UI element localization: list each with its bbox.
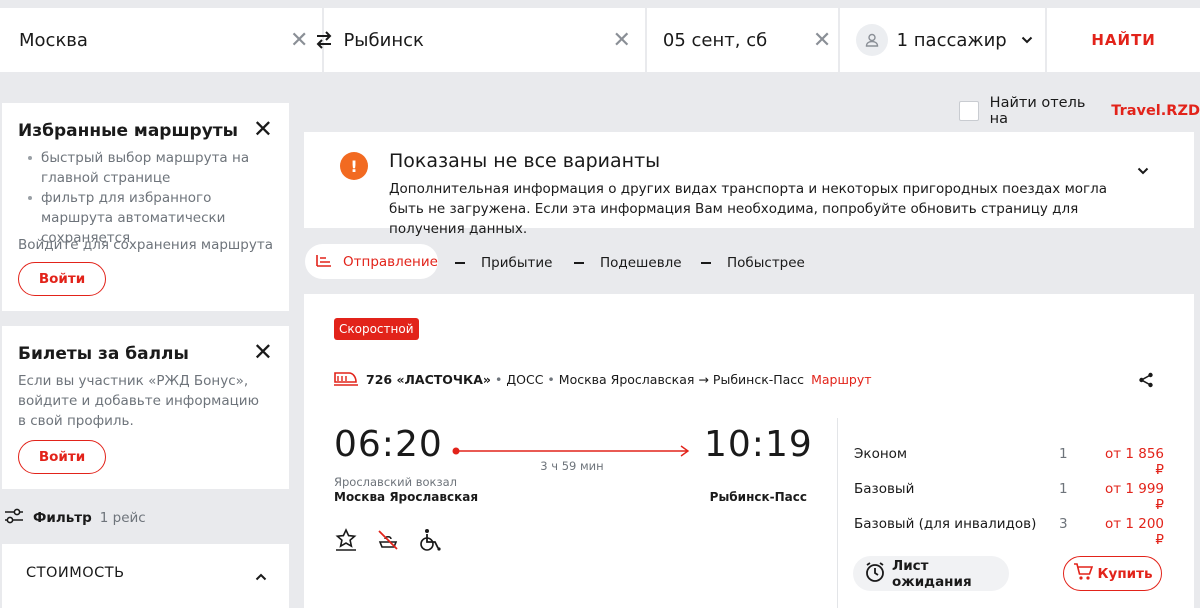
sort-faster[interactable]: Побыстрее (701, 255, 805, 271)
hotel-option[interactable]: Найти отель на Travel.RZD (959, 95, 1200, 127)
favorites-login-button[interactable]: Войти (18, 262, 106, 296)
train-number: 726 «ЛАСТОЧКА» (366, 372, 491, 387)
search-bar: Москва ✕ Рыбинск ✕ 05 сент, сб ✕ 1 пасса… (0, 8, 1200, 72)
separator-dot: • (547, 372, 555, 387)
arrival-time: 10:19 (704, 424, 813, 465)
sort-cheaper-label: Подешевле (600, 255, 682, 271)
tariff-name: Базовый (для инвалидов) (854, 516, 1037, 532)
hotel-checkbox[interactable] (959, 101, 979, 121)
train-header: 726 «ЛАСТОЧКА» • ДОСС • Москва Ярославск… (334, 370, 872, 389)
separator-dot: • (494, 372, 503, 387)
close-icon[interactable]: ✕ (253, 340, 273, 364)
favorites-hint: Войдите для сохранения маршрута (18, 237, 273, 253)
filter-label: Фильтр (33, 510, 92, 526)
cost-section[interactable]: СТОИМОСТЬ (2, 544, 289, 608)
find-label: НАЙТИ (1091, 31, 1156, 49)
trip-line (452, 443, 692, 457)
notice-title: Показаны не все варианты (389, 150, 661, 172)
arrival-station: Рыбинск-Пасс (709, 490, 807, 504)
bonus-card: Билеты за баллы ✕ Если вы участник «РЖД … (2, 326, 289, 489)
travel-rzd-link[interactable]: Travel.RZD (1111, 103, 1200, 119)
from-value: Москва (19, 29, 88, 51)
favorites-list: быстрый выбор маршрута на главной страни… (18, 148, 268, 248)
date-value: 05 сент, сб (662, 29, 768, 51)
route-to: Рыбинск-Пасс (712, 372, 805, 387)
find-button[interactable]: НАЙТИ (1047, 8, 1200, 72)
route-from: Москва Ярославская (558, 372, 695, 387)
sort-cheaper[interactable]: Подешевле (574, 255, 682, 271)
chevron-down-icon (1021, 33, 1033, 47)
filter-icon (4, 507, 24, 529)
train-card: Скоростной 726 «ЛАСТОЧКА» • ДОСС • Москв… (304, 294, 1194, 608)
tariff-count: 3 (1059, 516, 1068, 532)
dash-icon (574, 262, 584, 264)
favorites-card: Избранные маршруты ✕ быстрый выбор маршр… (2, 103, 289, 311)
route-link[interactable]: Маршрут (811, 372, 871, 387)
train-category: ДОСС (506, 372, 544, 387)
user-icon (855, 24, 888, 56)
passengers-value: 1 пассажир (896, 29, 1007, 51)
swap-icon[interactable] (315, 29, 333, 51)
cost-title: СТОИМОСТЬ (26, 565, 125, 581)
list-item: быстрый выбор маршрута на главной страни… (18, 148, 268, 188)
bonus-login-button[interactable]: Войти (18, 440, 106, 474)
train-icon (334, 370, 358, 389)
warning-icon: ! (340, 152, 368, 180)
star-hanger-icon (334, 528, 358, 556)
tariff-name: Эконом (854, 446, 908, 462)
notice-text: Дополнительная информация о других видах… (389, 181, 1108, 237)
wait-list-button[interactable]: Лист ожидания (853, 556, 1009, 591)
sort-faster-label: Побыстрее (727, 255, 805, 271)
tariff-row[interactable]: Базовый (для инвалидов) 3 от 1 200 ₽ (854, 516, 1164, 548)
sort-arrival-label: Прибытие (481, 255, 553, 271)
dash-icon (455, 262, 465, 264)
clear-from-icon[interactable]: ✕ (290, 28, 308, 53)
clear-date-icon[interactable]: ✕ (813, 28, 831, 53)
tariff-price: от 1 200 ₽ (1104, 516, 1164, 548)
bonus-text: Если вы участник «РЖД Бонус», войдите и … (18, 373, 259, 429)
trip-duration: 3 ч 59 мин (540, 459, 604, 473)
tariffs-panel: Эконом 1 от 1 856 ₽ Базовый 1 от 1 999 ₽… (838, 418, 1194, 608)
sort-arrival[interactable]: Прибытие (455, 255, 552, 271)
sort-icon (316, 252, 332, 271)
alarm-clock-icon (864, 561, 886, 587)
tariff-price: от 1 856 ₽ (1104, 446, 1164, 478)
close-icon[interactable]: ✕ (253, 117, 273, 141)
passengers-field[interactable]: 1 пассажир (839, 8, 1046, 72)
buy-button[interactable]: Купить (1063, 556, 1162, 591)
clear-to-icon[interactable]: ✕ (612, 28, 630, 53)
date-field[interactable]: 05 сент, сб ✕ (646, 8, 838, 72)
wheelchair-icon (418, 528, 444, 556)
filter-count: 1 рейс (99, 510, 146, 526)
bonus-title: Билеты за баллы (18, 344, 189, 364)
sort-departure-label: Отправление (343, 253, 438, 270)
tariff-count: 1 (1059, 481, 1068, 497)
buy-label: Купить (1097, 565, 1153, 582)
favorites-title: Избранные маршруты (18, 121, 238, 141)
arrow-right-icon: → (698, 372, 709, 387)
tariff-row[interactable]: Базовый 1 от 1 999 ₽ (854, 481, 1164, 513)
tariff-count: 1 (1059, 446, 1068, 462)
chevron-down-icon[interactable] (1137, 160, 1149, 179)
notice-banner: ! Показаны не все варианты Дополнительна… (304, 132, 1194, 237)
departure-station-sub: Ярославский вокзал (334, 475, 457, 489)
train-type-tag: Скоростной (334, 318, 419, 340)
departure-time: 06:20 (334, 424, 443, 465)
to-field[interactable]: Рыбинск ✕ (317, 8, 645, 72)
departure-station: Москва Ярославская (334, 490, 479, 504)
share-icon[interactable] (1138, 372, 1154, 392)
hotel-label: Найти отель на (989, 95, 1086, 127)
tariff-name: Базовый (854, 481, 915, 497)
tariff-row[interactable]: Эконом 1 от 1 856 ₽ (854, 446, 1164, 478)
no-food-icon (376, 528, 400, 556)
cart-icon (1073, 562, 1093, 585)
filter-toggle[interactable]: Фильтр 1 рейс (4, 507, 146, 529)
tariff-price: от 1 999 ₽ (1104, 481, 1164, 513)
dash-icon (701, 262, 711, 264)
wait-list-label: Лист ожидания (892, 557, 972, 590)
from-field[interactable]: Москва ✕ (0, 8, 323, 72)
chevron-up-icon (255, 566, 267, 585)
sort-departure[interactable]: Отправление (305, 244, 438, 279)
to-value: Рыбинск (343, 29, 424, 51)
